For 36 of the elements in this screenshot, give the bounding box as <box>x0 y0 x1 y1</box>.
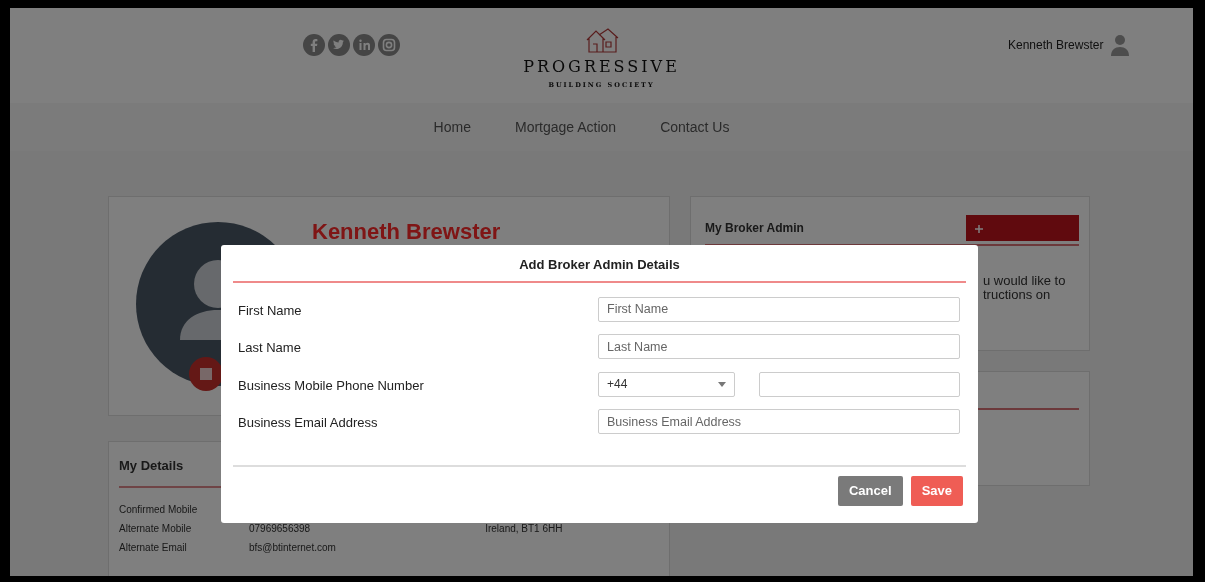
detail-label: Alternate Mobile <box>119 521 193 536</box>
nav-link[interactable]: Contact Us <box>660 116 730 138</box>
twitter-icon[interactable] <box>328 33 350 56</box>
card-text: u would like to tructions on <box>983 274 1067 302</box>
field-label: Business Email Address <box>237 414 379 432</box>
modal-title: Add Broker Admin Details <box>518 256 681 274</box>
linkedin-icon[interactable] <box>353 33 375 56</box>
field-label: Last Name <box>237 339 302 357</box>
calendar-icon[interactable] <box>189 357 223 391</box>
detail-label: Confirmed Mobile <box>119 502 199 517</box>
input-field[interactable]: Business Email Address <box>598 409 960 434</box>
plus-icon <box>975 224 983 233</box>
save-button[interactable]: Save <box>910 475 963 506</box>
input-field[interactable]: First Name <box>598 296 960 322</box>
country-code-select[interactable]: +44 <box>598 371 735 397</box>
house-logo-icon <box>584 27 619 54</box>
detail-value: 07969656398 <box>249 521 311 536</box>
user-icon[interactable] <box>1111 33 1130 56</box>
logo-text: PROGRESSIVE <box>523 57 680 76</box>
phone-input-field[interactable] <box>759 371 960 397</box>
cancel-button[interactable]: Cancel <box>838 475 903 506</box>
card-title: My Details <box>119 457 185 475</box>
detail-label: Alternate Email <box>119 540 188 555</box>
detail-value: bfs@btinternet.com <box>249 540 336 555</box>
nav-link[interactable]: Mortgage Action <box>514 116 617 138</box>
field-label: First Name <box>237 301 303 320</box>
input-field[interactable]: Last Name <box>598 334 960 359</box>
facebook-icon[interactable] <box>303 33 325 56</box>
address-text: Ireland, BT1 6HH <box>485 521 563 536</box>
field-label: Business Mobile Phone Number <box>237 376 425 395</box>
nav-link[interactable]: Home <box>433 116 471 138</box>
profile-name: Kenneth Brewster <box>312 218 501 246</box>
instagram-icon[interactable] <box>378 33 400 56</box>
card-title: My Broker Admin <box>705 220 804 237</box>
dropdown-arrow-icon <box>718 381 726 387</box>
user-name: Kenneth Brewster <box>1008 36 1104 54</box>
